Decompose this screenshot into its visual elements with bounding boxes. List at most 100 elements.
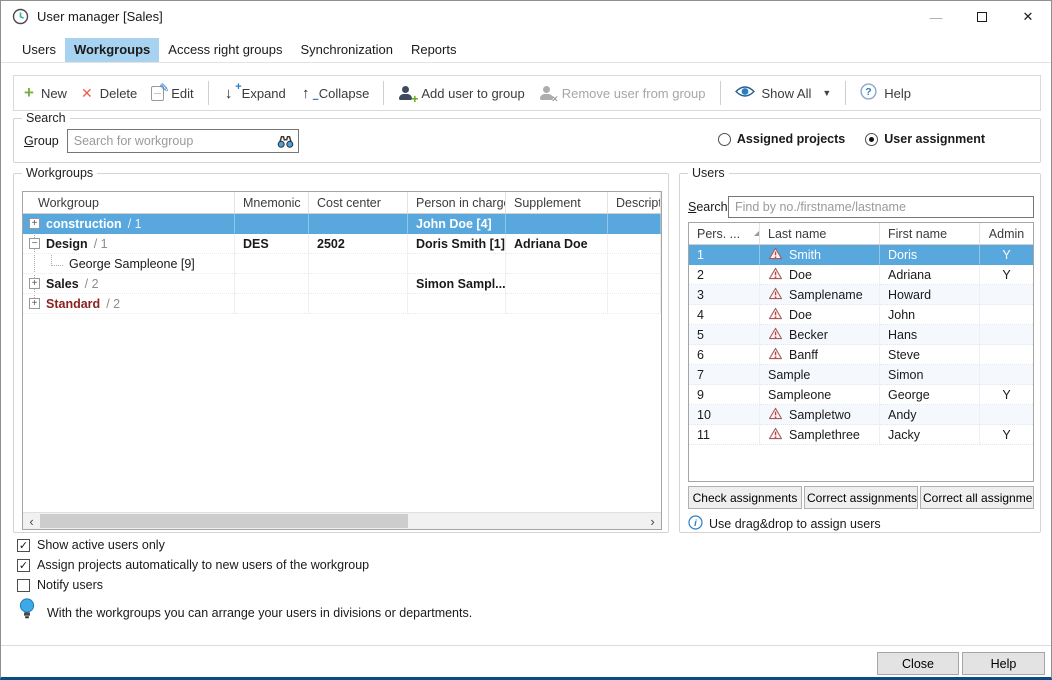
expand-button[interactable]: ↓+ Expand (223, 85, 286, 102)
radio-assigned-projects[interactable]: Assigned projects (718, 132, 845, 146)
delete-button[interactable]: ✕ Delete (81, 85, 137, 102)
footer-separator (1, 645, 1051, 646)
user-row[interactable]: 7 Sample Simon (689, 365, 1033, 385)
scroll-right-icon[interactable]: › (644, 513, 661, 529)
last-name-cell: Samplename (760, 285, 880, 305)
user-row[interactable]: 1SmithDorisY (689, 245, 1033, 265)
tip-text: With the workgroups you can arrange your… (47, 598, 472, 620)
workgroup-tree-cell: −Design/ 1 (23, 234, 235, 254)
column-header[interactable]: Pers. ... (689, 223, 760, 244)
user-row[interactable]: 2DoeAdrianaY (689, 265, 1033, 285)
workgroup-row[interactable]: +Sales/ 2Simon Sampl... (23, 274, 661, 294)
column-header[interactable]: Descripti (608, 192, 661, 213)
last-name-text: Smith (789, 248, 821, 262)
user-search-input[interactable] (728, 196, 1034, 218)
person-in-charge-cell: Doris Smith [1] (408, 234, 506, 254)
horizontal-scrollbar[interactable]: ‹ › (23, 512, 661, 529)
user-number-cell: 7 (689, 365, 760, 385)
workgroups-groupbox: Workgroups WorkgroupMnemonicCost centerP… (13, 173, 669, 533)
workgroup-row[interactable]: −Design/ 1DES2502Doris Smith [1]Adriana … (23, 234, 661, 254)
help-button[interactable]: Help (962, 652, 1045, 675)
expand-button-label: Expand (242, 86, 286, 101)
user-row[interactable]: 4DoeJohn (689, 305, 1033, 325)
workgroup-row[interactable]: George Sampleone [9] (23, 254, 661, 274)
user-row[interactable]: 6BanffSteve (689, 345, 1033, 365)
supplement-cell (506, 254, 608, 274)
person-in-charge-cell: Simon Sampl... (408, 274, 506, 294)
first-name-cell: John (880, 305, 980, 325)
checkbox-notify-users[interactable]: Notify users (17, 578, 103, 592)
user-row[interactable]: 10SampletwoAndy (689, 405, 1033, 425)
checkbox-show-active-users[interactable]: ✓Show active users only (17, 538, 165, 552)
collapse-node-icon[interactable]: − (29, 238, 40, 249)
button-correct-all-assignments[interactable]: Correct all assignments (920, 486, 1034, 509)
minimize-button[interactable]: — (913, 1, 959, 33)
scrollbar-thumb[interactable] (40, 514, 408, 528)
checkbox-icon[interactable]: ✓ (17, 559, 30, 572)
radio-user-assignment[interactable]: User assignment (865, 132, 985, 146)
help-toolbar-button[interactable]: ? Help (860, 83, 911, 103)
maximize-button[interactable] (959, 1, 1005, 33)
workgroup-row[interactable]: +construction/ 1John Doe [4] (23, 214, 661, 234)
title-bar: User manager [Sales] — ✕ (1, 1, 1051, 33)
user-row[interactable]: 5BeckerHans (689, 325, 1033, 345)
expand-node-icon[interactable]: + (29, 278, 40, 289)
last-name-text: Sample (768, 368, 810, 382)
users-groupbox: Users Search Pers. ...Last nameFirst nam… (679, 173, 1041, 533)
last-name-text: Sampletwo (789, 408, 851, 422)
edit-icon: ✎ (151, 86, 164, 101)
radio-label: User assignment (884, 132, 985, 146)
warning-icon (768, 427, 783, 443)
tab-workgroups[interactable]: Workgroups (65, 38, 159, 62)
tree-connector-icon (51, 255, 63, 266)
column-header-label: Admin (989, 227, 1024, 241)
column-header[interactable]: Cost center (309, 192, 408, 213)
user-row[interactable]: 3SamplenameHoward (689, 285, 1033, 305)
column-header[interactable]: Admin (980, 223, 1033, 244)
add-user-to-group-button[interactable]: + Add user to group (398, 86, 524, 101)
column-header[interactable]: Supplement (506, 192, 608, 213)
tab-access-right-groups[interactable]: Access right groups (159, 38, 291, 62)
user-number-cell: 5 (689, 325, 760, 345)
button-check-assignments[interactable]: Check assignments (688, 486, 802, 509)
checkbox-assign-projects-automatically[interactable]: ✓Assign projects automatically to new us… (17, 558, 369, 572)
checkbox-icon[interactable] (17, 579, 30, 592)
column-header[interactable]: First name (880, 223, 980, 244)
workgroup-name: George Sampleone [9] (69, 257, 195, 271)
tip-row: With the workgroups you can arrange your… (19, 598, 472, 624)
expand-node-icon[interactable]: + (29, 298, 40, 309)
workgroup-row[interactable]: +Standard/ 2 (23, 294, 661, 314)
workgroup-search-input[interactable] (67, 129, 299, 153)
user-row[interactable]: 11SamplethreeJackyY (689, 425, 1033, 445)
user-number-cell: 3 (689, 285, 760, 305)
scroll-left-icon[interactable]: ‹ (23, 513, 40, 529)
first-name-cell: Simon (880, 365, 980, 385)
button-correct-assignments[interactable]: Correct assignments (804, 486, 918, 509)
user-row[interactable]: 9SampleoneGeorgeY (689, 385, 1033, 405)
last-name-text: Doe (789, 268, 812, 282)
column-header[interactable]: Person in charge (408, 192, 506, 213)
workgroup-tree-cell: +Standard/ 2 (23, 294, 235, 314)
column-header[interactable]: Mnemonic (235, 192, 309, 213)
tab-synchronization[interactable]: Synchronization (291, 38, 402, 62)
expand-node-icon[interactable]: + (29, 218, 40, 229)
show-all-button[interactable]: Show All ▼ (735, 85, 832, 101)
close-button[interactable]: Close (877, 652, 959, 675)
plus-icon: + (24, 86, 34, 100)
person-in-charge-cell (408, 294, 506, 314)
info-icon: i (688, 515, 703, 533)
column-header[interactable]: Workgroup (23, 192, 235, 213)
collapse-button[interactable]: ↑− Collapse (300, 85, 370, 102)
new-button[interactable]: + New (24, 86, 67, 101)
checkbox-icon[interactable]: ✓ (17, 539, 30, 552)
edit-button[interactable]: ✎ Edit (151, 86, 193, 101)
tab-reports[interactable]: Reports (402, 38, 466, 62)
cost-center-cell (309, 294, 408, 314)
column-header[interactable]: Last name (760, 223, 880, 244)
chevron-down-icon[interactable]: ▼ (822, 88, 831, 98)
last-name-cell: Sample (760, 365, 880, 385)
remove-user-from-group-button[interactable]: ✕ Remove user from group (539, 86, 706, 101)
scrollbar-track[interactable] (40, 513, 644, 529)
close-window-button[interactable]: ✕ (1005, 1, 1051, 33)
tab-users[interactable]: Users (13, 38, 65, 62)
